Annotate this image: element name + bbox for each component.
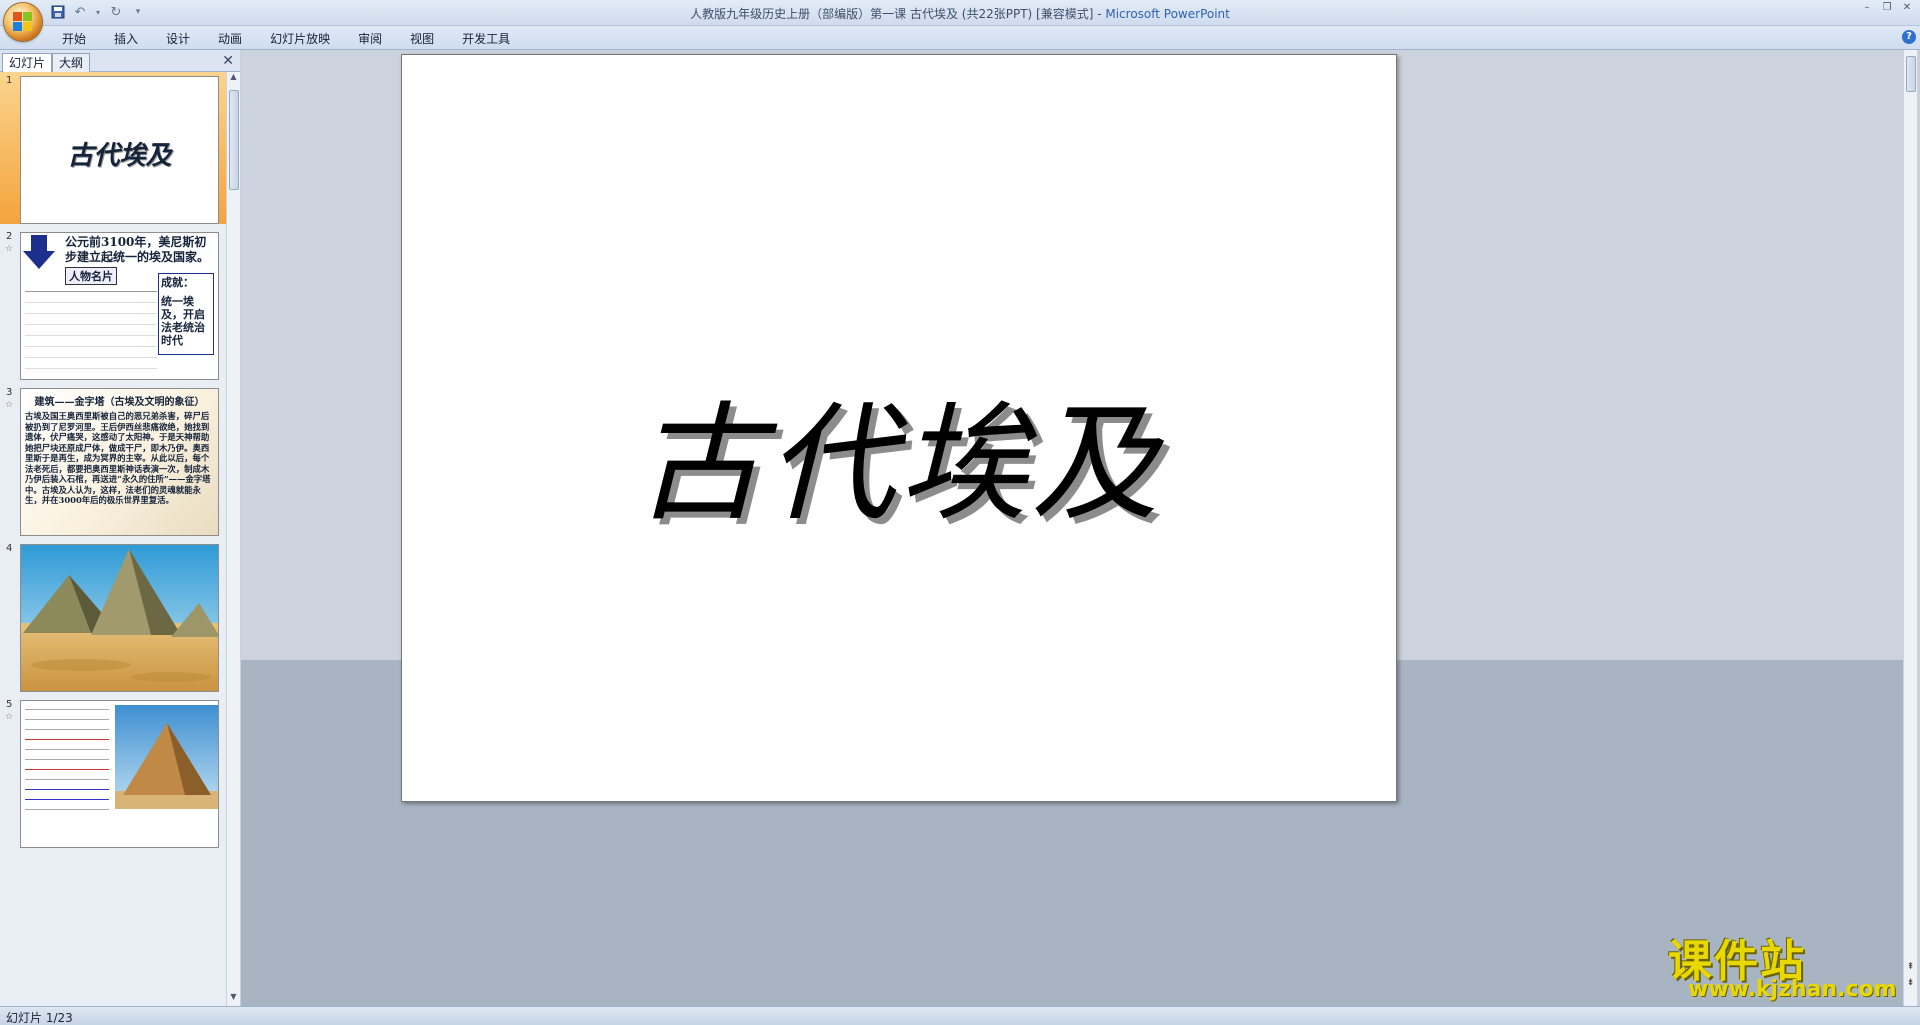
help-icon[interactable]: ? <box>1902 30 1916 44</box>
slide-title[interactable]: 古代埃及 <box>402 360 1396 545</box>
slides-panel: 幻灯片 大纲 ✕ 1 古代埃及 2 ☆ 公元前3100年，美尼斯初步建立起统一的… <box>0 50 240 1006</box>
status-bar: 幻灯片 1/23 <box>0 1006 1920 1025</box>
tab-animations[interactable]: 动画 <box>204 30 256 48</box>
close-icon[interactable]: ✕ <box>1898 2 1916 14</box>
window-title: 人教版九年级历史上册（部编版）第一课 古代埃及 (共22张PPT) [兼容模式]… <box>0 5 1920 22</box>
pyramids-image <box>21 545 218 691</box>
thumb-achievement-text: 统一埃及，开启法老统治时代 <box>161 295 205 347</box>
restore-icon[interactable]: ❐ <box>1878 2 1896 14</box>
thumb-achievement-box: 成就： 统一埃及，开启法老统治时代 <box>158 273 214 355</box>
tab-slideshow[interactable]: 幻灯片放映 <box>256 30 344 48</box>
slide-thumb-1[interactable]: 1 古代埃及 <box>0 72 226 224</box>
animation-star-icon: ☆ <box>5 400 14 410</box>
slide-thumbnails: 1 古代埃及 2 ☆ 公元前3100年，美尼斯初步建立起统一的埃及国家。 人物名… <box>0 72 226 1006</box>
slide-thumb-image[interactable]: 古代埃及 <box>20 76 219 224</box>
window-controls: – ❐ ✕ <box>1858 2 1916 14</box>
scrollbar-thumb[interactable] <box>1906 56 1916 92</box>
slide-thumb-image[interactable]: 公元前3100年，美尼斯初步建立起统一的埃及国家。 人物名片 成就： 统一埃及，… <box>20 232 219 380</box>
slide-thumb-image[interactable]: 建筑——金字塔（古埃及文明的象征） 古埃及国王奥西里斯被自己的恶兄弟杀害，碎尸后… <box>20 388 219 536</box>
slide-number: 5 <box>6 699 13 710</box>
slide-thumb-2[interactable]: 2 ☆ 公元前3100年，美尼斯初步建立起统一的埃及国家。 人物名片 成就： 统… <box>0 228 226 380</box>
down-arrow-icon <box>23 235 55 269</box>
close-icon[interactable]: ✕ <box>222 53 234 69</box>
slide-thumb-image[interactable] <box>20 700 219 848</box>
thumb-headline: 建筑——金字塔（古埃及文明的象征） <box>34 397 205 408</box>
slide-indicator: 幻灯片 1/23 <box>6 1011 73 1025</box>
panel-tabs: 幻灯片 大纲 ✕ <box>0 50 240 72</box>
animation-star-icon: ☆ <box>5 712 14 722</box>
tab-view[interactable]: 视图 <box>396 30 448 48</box>
tab-slides[interactable]: 幻灯片 <box>2 53 53 72</box>
editor-scrollbar[interactable]: ⇞ ⇟ <box>1903 50 1917 1006</box>
scrollbar-thumb[interactable] <box>229 90 239 190</box>
slide-number: 1 <box>6 75 13 86</box>
office-logo-icon <box>13 12 33 32</box>
ribbon-tabs: 开始 插入 设计 动画 幻灯片放映 审阅 视图 开发工具 <box>48 30 524 48</box>
scroll-down-icon[interactable]: ▼ <box>227 992 240 1006</box>
watermark-url: www.kjzhan.com <box>1688 977 1897 1002</box>
document-title: 人教版九年级历史上册（部编版）第一课 古代埃及 (共22张PPT) [兼容模式]… <box>690 7 1106 21</box>
slide-number: 4 <box>6 543 13 554</box>
pyramid-photo <box>115 705 218 809</box>
slide-thumb-4[interactable]: 4 <box>0 540 226 692</box>
tab-home[interactable]: 开始 <box>48 30 100 48</box>
tab-developer[interactable]: 开发工具 <box>448 30 524 48</box>
tab-design[interactable]: 设计 <box>152 30 204 48</box>
thumb-headline: 公元前3100年，美尼斯初步建立起统一的埃及国家。 <box>65 235 210 264</box>
tab-review[interactable]: 审阅 <box>344 30 396 48</box>
title-bar: ↶ ▾ ↻ ▾ 人教版九年级历史上册（部编版）第一课 古代埃及 (共22张PPT… <box>0 0 1920 41</box>
thumb-text-lines <box>25 705 109 815</box>
office-button[interactable] <box>4 3 42 41</box>
thumb-achievement-label: 成就： <box>161 276 194 289</box>
scroll-up-icon[interactable]: ▲ <box>227 72 240 86</box>
slide-editor: 古代埃及 ⇞ ⇟ <box>241 50 1917 1006</box>
current-slide[interactable]: 古代埃及 <box>401 54 1397 802</box>
slide-number: 3 <box>6 387 13 398</box>
slide-thumb-image[interactable] <box>20 544 219 692</box>
thumb-title: 古代埃及 <box>67 141 172 171</box>
ribbon: 开始 插入 设计 动画 幻灯片放映 审阅 视图 开发工具 ? <box>0 26 1920 50</box>
thumb-body: 古埃及国王奥西里斯被自己的恶兄弟杀害，碎尸后被扔到了尼罗河里。王后伊西丝悲痛欲绝… <box>25 411 211 505</box>
tab-insert[interactable]: 插入 <box>100 30 152 48</box>
thumbnails-scrollbar[interactable]: ▲ ▼ <box>226 72 240 1006</box>
watermark: 课件站 www.kjzhan.com <box>1668 925 1908 1005</box>
slide-number: 2 <box>6 231 13 242</box>
app-name: Microsoft PowerPoint <box>1105 7 1230 21</box>
thumb-card-table <box>25 283 157 377</box>
animation-star-icon: ☆ <box>5 244 14 254</box>
minimize-icon[interactable]: – <box>1858 2 1876 14</box>
slide-thumb-3[interactable]: 3 ☆ 建筑——金字塔（古埃及文明的象征） 古埃及国王奥西里斯被自己的恶兄弟杀害… <box>0 384 226 536</box>
tab-outline[interactable]: 大纲 <box>52 53 91 72</box>
slide-thumb-5[interactable]: 5 ☆ <box>0 696 226 848</box>
